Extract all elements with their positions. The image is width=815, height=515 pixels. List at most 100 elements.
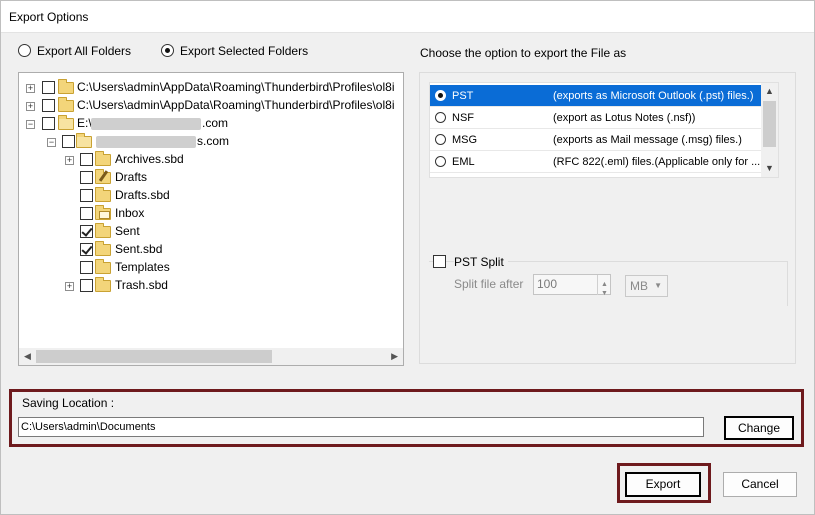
pst-split-checkbox[interactable] xyxy=(433,255,446,268)
tree-node-email-account[interactable]: − E:\ .com xyxy=(19,115,403,133)
format-name: PST xyxy=(452,90,474,102)
saving-path-input[interactable]: C:\Users\admin\Documents xyxy=(18,417,704,437)
pst-split-label[interactable]: PST Split xyxy=(454,255,508,269)
folder-icon xyxy=(95,187,111,202)
tree-node-inbox[interactable]: Inbox xyxy=(19,205,403,223)
tree-node-label: Templates xyxy=(115,260,170,274)
format-radio[interactable] xyxy=(435,134,446,145)
scrollbar-thumb[interactable] xyxy=(763,101,776,147)
scroll-down-icon[interactable]: ▼ xyxy=(765,163,774,173)
format-heading: Choose the option to export the File as xyxy=(420,46,627,60)
format-desc: (export as Lotus Notes (.nsf)) xyxy=(553,112,696,124)
format-option-msg[interactable]: MSG (exports as Mail message (.msg) file… xyxy=(430,129,763,151)
folder-icon xyxy=(58,79,74,94)
tree-node-label: C:\Users\admin\AppData\Roaming\Thunderbi… xyxy=(77,80,395,94)
format-name: NSF xyxy=(452,112,474,124)
tree-node-label: Sent.sbd xyxy=(115,242,163,256)
tree-horizontal-scrollbar[interactable]: ◀ ▶ xyxy=(19,348,403,365)
split-size-value: 100 xyxy=(537,277,558,291)
format-radio[interactable] xyxy=(435,156,446,167)
tree-checkbox[interactable] xyxy=(80,207,93,220)
tree-node-email-store[interactable]: − s.com xyxy=(19,133,403,151)
folder-icon xyxy=(95,151,111,166)
tree-node-profile-1[interactable]: + C:\Users\admin\AppData\Roaming\Thunder… xyxy=(19,79,403,97)
export-button[interactable]: Export xyxy=(625,472,701,497)
inbox-folder-icon xyxy=(95,205,111,220)
scroll-right-icon[interactable]: ▶ xyxy=(391,351,398,362)
redacted-text xyxy=(96,136,196,148)
collapse-icon[interactable]: − xyxy=(26,120,35,129)
tree-checkbox[interactable] xyxy=(80,189,93,202)
title-bar: Export Options xyxy=(1,1,814,33)
folder-icon xyxy=(95,223,111,238)
split-unit-select[interactable]: MB ▼ xyxy=(625,275,668,297)
scroll-up-icon[interactable]: ▲ xyxy=(765,86,774,96)
tree-node-sent[interactable]: Sent xyxy=(19,223,403,241)
tree-checkbox[interactable] xyxy=(80,153,93,166)
saving-location-label: Saving Location : xyxy=(22,396,115,410)
tree-checkbox[interactable] xyxy=(42,81,55,94)
redacted-text xyxy=(91,118,201,130)
split-file-after-label: Split file after xyxy=(454,277,524,291)
format-vertical-scrollbar[interactable]: ▲ ▼ xyxy=(761,83,778,177)
format-name: MSG xyxy=(452,134,478,146)
spin-down-icon[interactable]: ▼ xyxy=(601,285,608,303)
format-option-pst[interactable]: PST (exports as Microsoft Outlook (.pst)… xyxy=(430,85,763,107)
tree-node-profile-2[interactable]: + C:\Users\admin\AppData\Roaming\Thunder… xyxy=(19,97,403,115)
expand-icon[interactable]: + xyxy=(26,84,35,93)
export-all-folders-radio[interactable] xyxy=(18,44,31,57)
tree-node-archives[interactable]: + Archives.sbd xyxy=(19,151,403,169)
tree-node-drafts[interactable]: Drafts xyxy=(19,169,403,187)
format-option-nsf[interactable]: NSF (export as Lotus Notes (.nsf)) xyxy=(430,107,763,129)
tree-node-label: Archives.sbd xyxy=(115,152,184,166)
folder-icon xyxy=(95,241,111,256)
tree-checkbox[interactable] xyxy=(80,225,93,238)
tree-checkbox[interactable] xyxy=(42,99,55,112)
open-folder-icon xyxy=(58,115,74,130)
tree-node-trash[interactable]: + Trash.sbd xyxy=(19,277,403,295)
tree-checkbox[interactable] xyxy=(80,261,93,274)
scroll-left-icon[interactable]: ◀ xyxy=(24,351,31,362)
format-name: EML xyxy=(452,156,475,168)
tree-node-drafts-sbd[interactable]: Drafts.sbd xyxy=(19,187,403,205)
chevron-down-icon: ▼ xyxy=(654,281,662,290)
folder-icon xyxy=(58,97,74,112)
format-desc: (exports as Mail message (.msg) files.) xyxy=(553,134,742,146)
tree-checkbox[interactable] xyxy=(80,279,93,292)
export-selected-folders-radio[interactable] xyxy=(161,44,174,57)
cancel-button[interactable]: Cancel xyxy=(723,472,797,497)
export-selected-folders-label[interactable]: Export Selected Folders xyxy=(180,44,308,58)
format-option-eml[interactable]: EML (RFC 822(.eml) files.(Applicable onl… xyxy=(430,151,763,173)
tree-node-label-suffix: .com xyxy=(202,116,229,130)
tree-checkbox[interactable] xyxy=(42,117,55,130)
split-unit-value: MB xyxy=(630,279,648,293)
format-radio[interactable] xyxy=(435,90,446,101)
tree-node-label: Drafts.sbd xyxy=(115,188,170,202)
tree-node-label-prefix: E:\ xyxy=(77,116,92,130)
expand-icon[interactable]: + xyxy=(65,156,74,165)
tree-node-label-suffix: s.com xyxy=(197,134,230,148)
tree-node-templates[interactable]: Templates xyxy=(19,259,403,277)
tree-checkbox[interactable] xyxy=(62,135,75,148)
tree-checkbox[interactable] xyxy=(80,171,93,184)
folder-tree[interactable]: + C:\Users\admin\AppData\Roaming\Thunder… xyxy=(18,72,404,366)
collapse-icon[interactable]: − xyxy=(47,138,56,147)
saving-path-value: C:\Users\admin\Documents xyxy=(21,421,156,433)
tree-checkbox[interactable] xyxy=(80,243,93,256)
tree-node-label: Drafts xyxy=(115,170,148,184)
open-folder-icon xyxy=(76,133,92,148)
expand-icon[interactable]: + xyxy=(65,282,74,291)
format-desc: (exports as Microsoft Outlook (.pst) fil… xyxy=(553,90,754,102)
format-list[interactable]: PST (exports as Microsoft Outlook (.pst)… xyxy=(429,82,779,178)
tree-node-label: Sent xyxy=(115,224,140,238)
expand-icon[interactable]: + xyxy=(26,102,35,111)
split-size-spinner[interactable]: ▲ ▼ xyxy=(597,275,610,297)
format-radio[interactable] xyxy=(435,112,446,123)
window-title: Export Options xyxy=(9,10,89,24)
change-button[interactable]: Change xyxy=(724,416,794,440)
scrollbar-thumb[interactable] xyxy=(36,350,272,363)
split-size-input[interactable]: 100 ▲ ▼ xyxy=(533,274,611,297)
tree-node-sent-sbd[interactable]: Sent.sbd xyxy=(19,241,403,259)
tree-node-label: C:\Users\admin\AppData\Roaming\Thunderbi… xyxy=(77,98,395,112)
export-all-folders-label[interactable]: Export All Folders xyxy=(37,44,131,58)
